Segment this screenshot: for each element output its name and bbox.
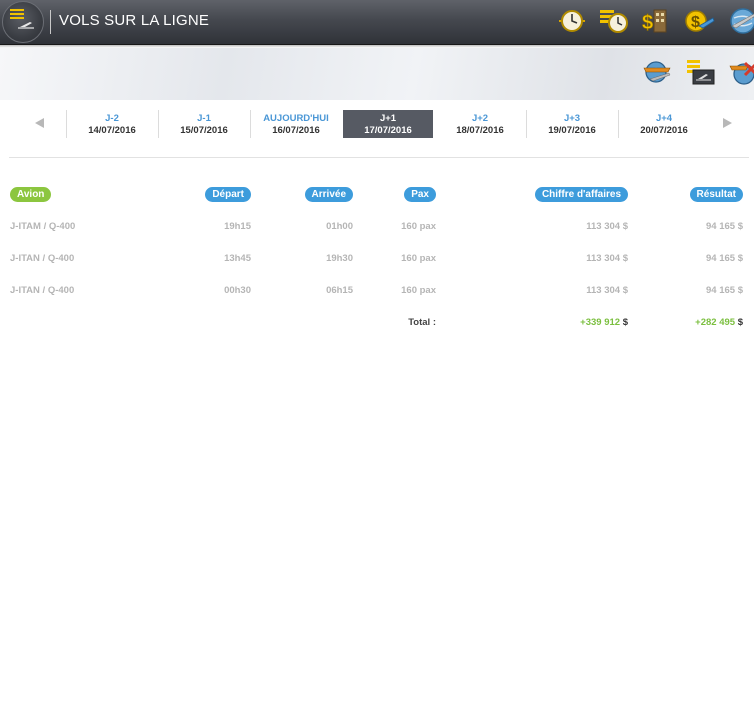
cancel-flight-icon[interactable] (728, 58, 754, 86)
total-chiffre-affaires: +339 912 $ (580, 317, 628, 328)
day-date: 15/07/2016 (180, 125, 228, 136)
row-1-depart: 19h15 (224, 221, 251, 232)
header-avion: Avion (10, 187, 52, 202)
header-chiffre-affaires: Chiffre d'affaires (534, 187, 628, 202)
svg-text:$: $ (691, 14, 700, 31)
row-1-arrivee: 01h00 (326, 221, 353, 232)
row-3-depart: 00h30 (224, 285, 251, 296)
row-2-chiffre-affaires: 113 304 $ (586, 253, 628, 264)
title-separator (50, 10, 51, 34)
day-tab-j-minus-2[interactable]: J-2 14/07/2016 (67, 110, 157, 138)
menu-button[interactable] (2, 1, 44, 43)
schedule-clock-icon[interactable] (599, 6, 629, 36)
row-3-resultat: 94 165 $ (706, 285, 743, 296)
day-tab-today[interactable]: AUJOURD'HUI 16/07/2016 (251, 110, 341, 138)
row-1-avion: J-ITAM / Q-400 (10, 221, 76, 232)
total-resultat-value: +282 495 (695, 317, 736, 328)
row-2-pax: 160 pax (401, 253, 436, 264)
page-title: VOLS SUR LA LIGNE (59, 12, 210, 29)
day-tab-j-minus-1[interactable]: J-1 15/07/2016 (159, 110, 249, 138)
header-resultat: Résultat (689, 187, 743, 202)
day-tab-j-plus-4[interactable]: J+4 20/07/2016 (619, 110, 709, 138)
day-tab-j-plus-2[interactable]: J+2 18/07/2016 (435, 110, 525, 138)
row-2-resultat: 94 165 $ (706, 253, 743, 264)
day-label: J+2 (471, 113, 489, 124)
clock-icon[interactable] (557, 6, 587, 36)
total-label: Total : (408, 317, 436, 328)
next-arrow-icon[interactable] (723, 118, 732, 128)
top-bar: VOLS SUR LA LIGNE $ $ (0, 0, 754, 45)
day-date: 19/07/2016 (548, 125, 596, 136)
toolbar-band (0, 48, 754, 100)
day-label: J+3 (563, 113, 581, 124)
row-1-chiffre-affaires: 113 304 $ (586, 221, 628, 232)
total-resultat-currency: $ (737, 317, 743, 328)
svg-text:$: $ (642, 12, 653, 34)
day-date: 16/07/2016 (272, 125, 320, 136)
total-ca-currency: $ (622, 317, 628, 328)
row-3-chiffre-affaires: 113 304 $ (586, 285, 628, 296)
row-2-depart: 13h45 (224, 253, 251, 264)
divider (9, 157, 749, 158)
money-plane-icon[interactable]: $ (685, 6, 715, 36)
row-3-pax: 160 pax (401, 285, 436, 296)
row-3-avion: J-ITAN / Q-400 (10, 285, 75, 296)
header-pax: Pax (404, 187, 436, 202)
day-label: J+1 (379, 113, 397, 124)
day-tab-j-plus-3[interactable]: J+3 19/07/2016 (527, 110, 617, 138)
globe-flight-icon[interactable] (642, 58, 672, 86)
day-label: J-1 (197, 113, 211, 124)
row-2-avion: J-ITAN / Q-400 (10, 253, 75, 264)
day-label: AUJOURD'HUI (263, 113, 329, 124)
row-1-resultat: 94 165 $ (706, 221, 743, 232)
row-2-arrivee: 19h30 (326, 253, 353, 264)
plane-icon (18, 22, 34, 29)
day-date: 20/07/2016 (640, 125, 688, 136)
total-resultat: +282 495 $ (695, 317, 743, 328)
header-depart: Départ (205, 187, 251, 202)
day-date: 17/07/2016 (364, 125, 412, 136)
total-ca-value: +339 912 (580, 317, 621, 328)
day-tab-j-plus-1[interactable]: J+1 17/07/2016 (343, 110, 433, 138)
header-arrivee: Arrivée (304, 187, 353, 202)
row-3-arrivee: 06h15 (326, 285, 353, 296)
day-date: 14/07/2016 (88, 125, 136, 136)
globe-plane-icon[interactable] (728, 6, 754, 36)
money-building-icon[interactable]: $ (641, 6, 671, 36)
day-label: J+4 (655, 113, 673, 124)
row-1-pax: 160 pax (401, 221, 436, 232)
previous-arrow-icon[interactable] (35, 118, 44, 128)
day-date: 18/07/2016 (456, 125, 504, 136)
flight-list-icon[interactable] (686, 58, 716, 86)
day-label: J-2 (105, 113, 119, 124)
